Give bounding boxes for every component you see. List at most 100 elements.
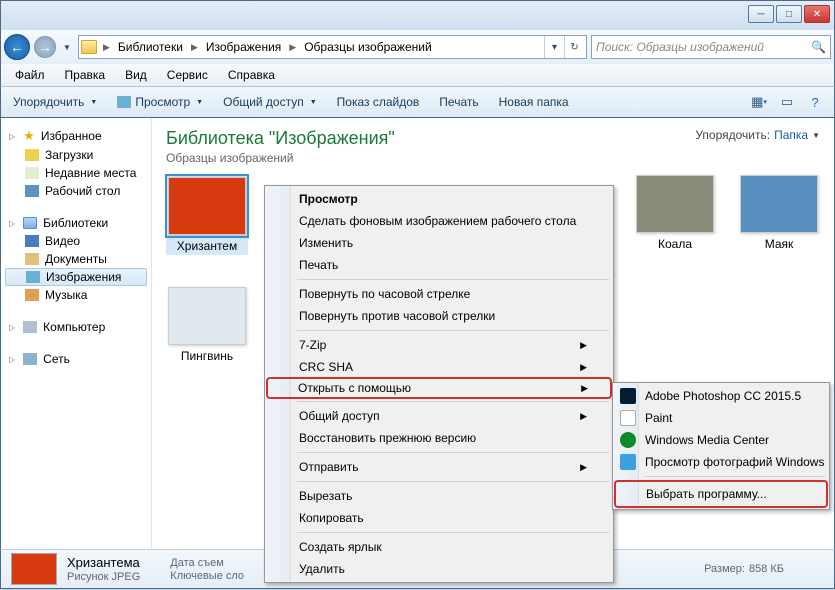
sidebar-libraries[interactable]: ▷Библиотеки: [1, 214, 151, 232]
details-keywords-label: Ключевые сло: [170, 570, 244, 582]
navigation-pane: ▷★Избранное Загрузки Недавние места Рабо…: [1, 118, 152, 549]
context-menu-item[interactable]: Удалить: [267, 558, 611, 580]
details-filename: Хризантема: [67, 555, 140, 570]
context-menu-item[interactable]: 7-Zip▶: [267, 334, 611, 356]
chevron-down-icon: ▼: [812, 131, 820, 140]
sidebar-item-music[interactable]: Музыка: [1, 286, 151, 304]
thumbnail-image: [168, 287, 246, 345]
search-input[interactable]: Поиск: Образцы изображений 🔍: [591, 35, 831, 59]
photo-icon: [620, 454, 636, 470]
context-menu-item[interactable]: Повернуть по часовой стрелке: [267, 283, 611, 305]
library-subtitle: Образцы изображений: [166, 151, 395, 165]
context-menu-item[interactable]: Открыть с помощью▶: [266, 377, 612, 399]
menu-help[interactable]: Справка: [220, 66, 283, 84]
breadcrumb-item[interactable]: Библиотеки: [116, 39, 185, 55]
thumbnail-image: [636, 175, 714, 233]
share-button[interactable]: Общий доступ▼: [219, 92, 321, 112]
title-bar: ─ □ ✕: [0, 0, 835, 30]
breadcrumb-item[interactable]: Образцы изображений: [302, 39, 433, 55]
breadcrumb-item[interactable]: Изображения: [204, 39, 283, 55]
star-icon: ★: [23, 128, 35, 144]
sidebar-item-documents[interactable]: Документы: [1, 250, 151, 268]
organize-button[interactable]: Упорядочить▼: [9, 92, 101, 112]
thumbnail-image: [740, 175, 818, 233]
thumbnail-item[interactable]: Коала: [634, 175, 716, 255]
ps-icon: [620, 388, 636, 404]
thumbnail-label: Коала: [634, 237, 716, 251]
search-icon[interactable]: 🔍: [811, 40, 826, 54]
folder-icon: [81, 40, 97, 54]
menu-view[interactable]: Вид: [117, 66, 155, 84]
details-filetype: Рисунок JPEG: [67, 571, 140, 583]
thumbnail-image: [168, 177, 246, 235]
context-menu-item[interactable]: Просмотр: [267, 188, 611, 210]
context-menu-item[interactable]: Восстановить прежнюю версию: [267, 427, 611, 449]
address-bar[interactable]: ▶ Библиотеки ▶ Изображения ▶ Образцы изо…: [78, 35, 587, 59]
address-dropdown[interactable]: ▾: [544, 36, 564, 58]
view-mode-button[interactable]: ▦▾: [748, 91, 770, 113]
context-menu-item[interactable]: Изменить: [267, 232, 611, 254]
thumbnail-label: Пингвинь: [166, 349, 248, 363]
print-button[interactable]: Печать: [435, 92, 482, 112]
context-menu-item[interactable]: Копировать: [267, 507, 611, 529]
search-placeholder: Поиск: Образцы изображений: [596, 40, 764, 54]
submenu-item[interactable]: Просмотр фотографий Windows: [615, 451, 827, 473]
sidebar-computer[interactable]: ▷Компьютер: [1, 318, 151, 336]
context-menu-item[interactable]: Повернуть против часовой стрелки: [267, 305, 611, 327]
sidebar-network[interactable]: ▷Сеть: [1, 350, 151, 368]
context-menu-item[interactable]: Сделать фоновым изображением рабочего ст…: [267, 210, 611, 232]
menu-tools[interactable]: Сервис: [159, 66, 216, 84]
minimize-button[interactable]: ─: [748, 5, 774, 23]
sort-control[interactable]: Упорядочить: Папка ▼: [695, 128, 820, 142]
toolbar: Упорядочить▼ Просмотр▼ Общий доступ▼ Пок…: [0, 86, 835, 118]
close-button[interactable]: ✕: [804, 5, 830, 23]
preview-pane-button[interactable]: ▭: [776, 91, 798, 113]
sidebar-item-downloads[interactable]: Загрузки: [1, 146, 151, 164]
chevron-right-icon[interactable]: ▶: [191, 42, 198, 53]
slideshow-button[interactable]: Показ слайдов: [333, 92, 424, 112]
menu-edit[interactable]: Правка: [57, 66, 114, 84]
menu-bar: Файл Правка Вид Сервис Справка: [0, 64, 835, 86]
thumbnail-label: Хризантем: [168, 239, 246, 253]
menu-file[interactable]: Файл: [7, 66, 53, 84]
forward-button[interactable]: →: [34, 36, 56, 58]
nav-bar: ← → ▼ ▶ Библиотеки ▶ Изображения ▶ Образ…: [0, 30, 835, 64]
sidebar-item-pictures[interactable]: Изображения: [5, 268, 147, 286]
details-date-label: Дата съем: [170, 557, 244, 569]
preview-button[interactable]: Просмотр▼: [113, 92, 207, 112]
context-menu-item[interactable]: Отправить▶: [267, 456, 611, 478]
details-thumbnail: [11, 553, 57, 585]
refresh-button[interactable]: ↻: [564, 36, 584, 58]
submenu-item[interactable]: Windows Media Center: [615, 429, 827, 451]
thumbnail-item[interactable]: Хризантем: [166, 175, 248, 255]
context-menu-item[interactable]: CRC SHA▶: [267, 356, 611, 378]
details-size-value: 858 КБ: [749, 563, 784, 575]
chevron-right-icon[interactable]: ▶: [289, 42, 296, 53]
sidebar-item-videos[interactable]: Видео: [1, 232, 151, 250]
sidebar-item-recent[interactable]: Недавние места: [1, 164, 151, 182]
paint-icon: [620, 410, 636, 426]
context-menu-item[interactable]: Печать: [267, 254, 611, 276]
library-title: Библиотека "Изображения": [166, 128, 395, 149]
new-folder-button[interactable]: Новая папка: [495, 92, 573, 112]
submenu-item[interactable]: Paint: [615, 407, 827, 429]
help-button[interactable]: ?: [804, 91, 826, 113]
context-submenu-open-with: Adobe Photoshop CC 2015.5PaintWindows Me…: [612, 382, 830, 510]
nav-history-dropdown[interactable]: ▼: [60, 34, 74, 60]
thumbnail-label: Маяк: [738, 237, 820, 251]
chevron-right-icon[interactable]: ▶: [103, 42, 110, 53]
context-menu-item[interactable]: Вырезать: [267, 485, 611, 507]
back-button[interactable]: ←: [4, 34, 30, 60]
details-size-label: Размер:: [704, 563, 745, 575]
thumbnail-item[interactable]: Пингвинь: [166, 287, 248, 363]
maximize-button[interactable]: □: [776, 5, 802, 23]
submenu-choose-program[interactable]: Выбрать программу...: [616, 482, 826, 506]
context-menu-item[interactable]: Общий доступ▶: [267, 405, 611, 427]
sidebar-item-desktop[interactable]: Рабочий стол: [1, 182, 151, 200]
context-menu: ПросмотрСделать фоновым изображением раб…: [264, 185, 614, 583]
submenu-item[interactable]: Adobe Photoshop CC 2015.5: [615, 385, 827, 407]
context-menu-item[interactable]: Создать ярлык: [267, 536, 611, 558]
wmc-icon: [620, 432, 636, 448]
sidebar-favorites[interactable]: ▷★Избранное: [1, 126, 151, 146]
thumbnail-item[interactable]: Маяк: [738, 175, 820, 255]
